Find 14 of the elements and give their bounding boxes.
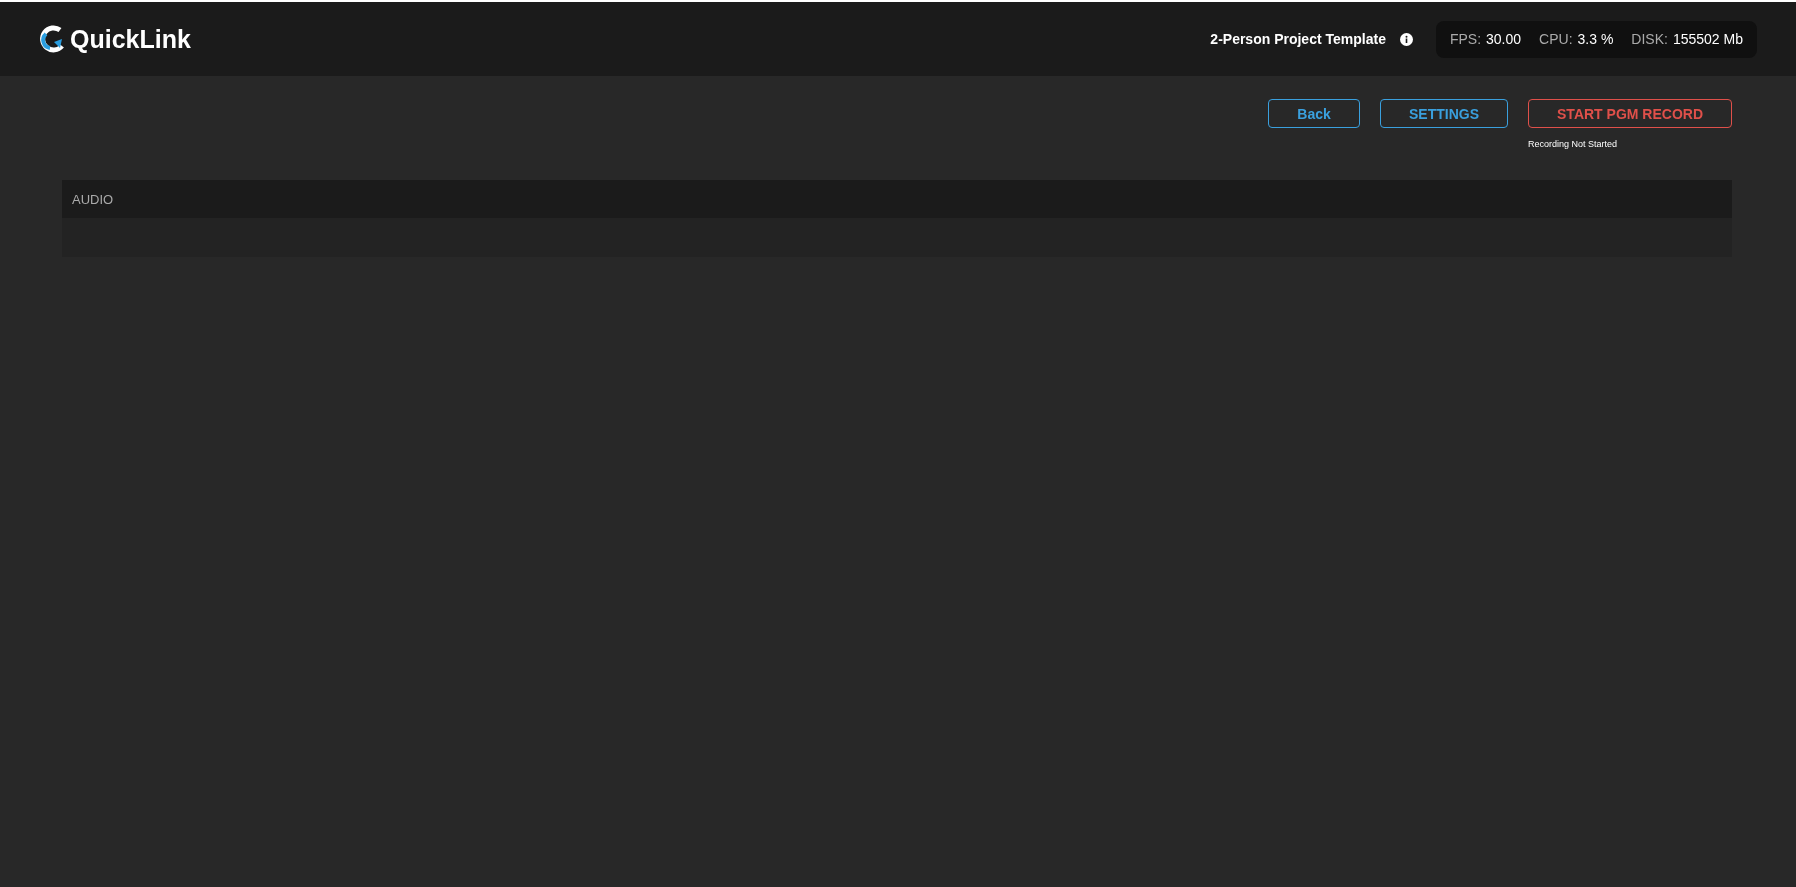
record-button[interactable]: START PGM RECORD <box>1528 99 1732 128</box>
stat-label: DISK: <box>1631 31 1668 47</box>
project-title: 2-Person Project Template <box>1210 31 1386 47</box>
stat-value: 155502 Mb <box>1672 31 1743 47</box>
panel-title: AUDIO <box>72 191 114 207</box>
info-icon[interactable] <box>1399 32 1413 46</box>
action-button[interactable]: Back <box>1268 99 1360 128</box>
action-button[interactable]: SETTINGS <box>1380 99 1509 128</box>
stat-value: 30.00 <box>1486 31 1522 47</box>
recording-status: Recording Not Started <box>1528 139 1618 149</box>
stat-label: CPU: <box>1539 31 1573 47</box>
stat-label: FPS: <box>1449 31 1482 47</box>
logo-text: QuickLink <box>70 24 191 54</box>
stat-value: 3.3 % <box>1577 31 1614 47</box>
